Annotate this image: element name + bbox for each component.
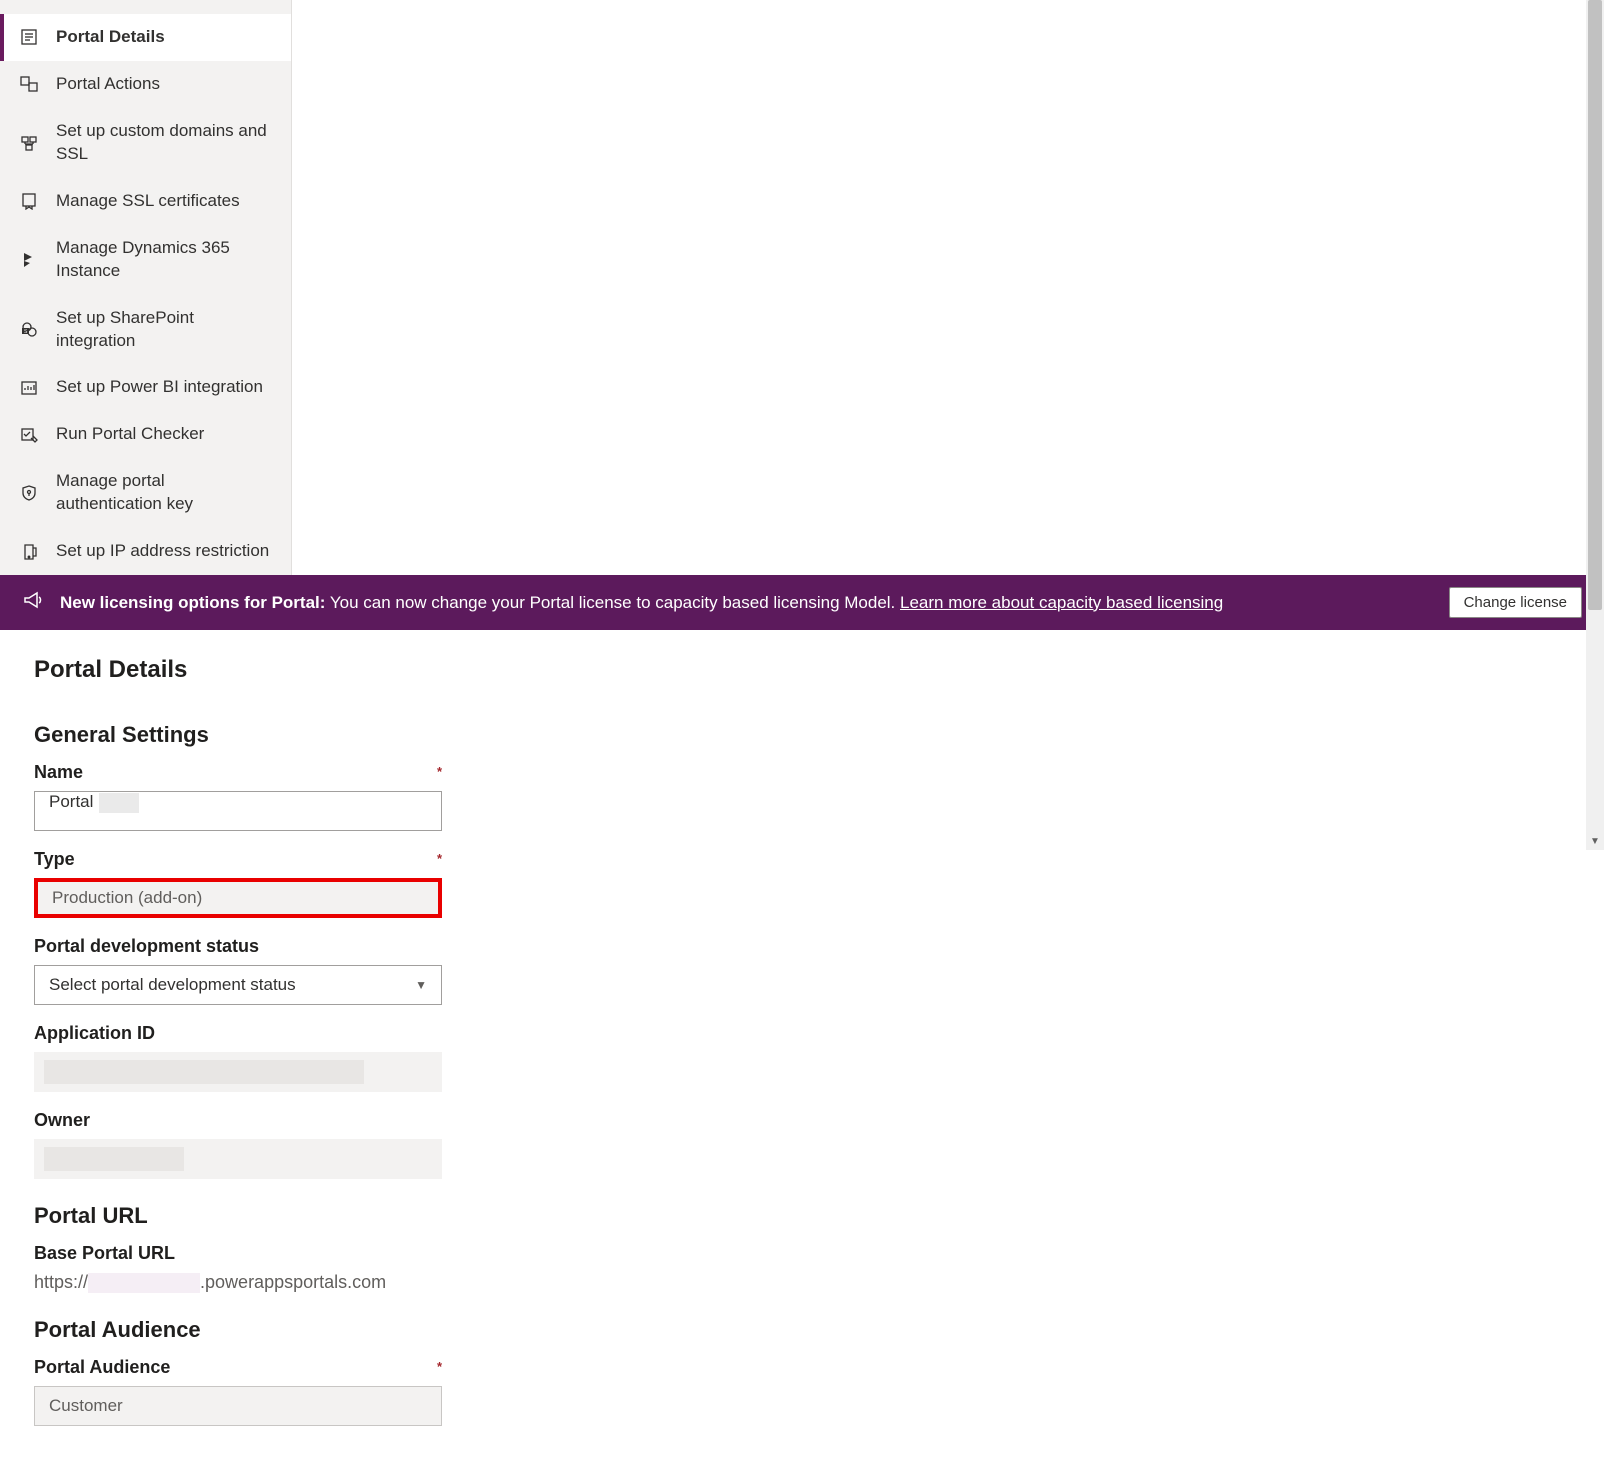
general-settings-title: General Settings [34, 722, 1570, 748]
domains-icon [20, 134, 48, 152]
details-icon [20, 28, 48, 46]
megaphone-icon [22, 589, 44, 616]
ip-restriction-icon [20, 543, 48, 561]
sidebar-item-label: Set up Power BI integration [48, 376, 271, 399]
sidebar-item-label: Portal Actions [48, 73, 271, 96]
type-input: Production (add-on) [34, 878, 442, 918]
vertical-scrollbar[interactable]: ▼ [1586, 0, 1604, 850]
sharepoint-icon: S [20, 321, 48, 339]
sidebar-item-label: Set up custom domains and SSL [48, 120, 271, 166]
dynamics-icon [20, 251, 48, 269]
change-license-button[interactable]: Change license [1449, 587, 1582, 618]
sidebar-item-label: Manage portal authentication key [48, 470, 271, 516]
redacted-block [99, 793, 139, 813]
scrollbar-thumb[interactable] [1588, 0, 1602, 610]
owner-value [34, 1139, 442, 1179]
sidebar-item-custom-domains[interactable]: Set up custom domains and SSL [0, 108, 291, 178]
select-placeholder: Select portal development status [49, 975, 296, 995]
type-label: Type * [34, 849, 442, 870]
actions-icon [20, 75, 48, 93]
banner-link[interactable]: Learn more about capacity based licensin… [900, 593, 1223, 612]
app-id-value [34, 1052, 442, 1092]
sidebar-item-portal-actions[interactable]: Portal Actions [0, 61, 291, 108]
powerbi-icon [20, 379, 48, 397]
dev-status-label: Portal development status [34, 936, 442, 957]
chevron-down-icon: ▼ [415, 978, 427, 992]
banner-text: New licensing options for Portal: You ca… [60, 593, 1433, 613]
redacted-block [44, 1147, 184, 1171]
dev-status-select[interactable]: Select portal development status ▼ [34, 965, 442, 1005]
certificate-icon [20, 192, 48, 210]
banner-body: You can now change your Portal license t… [325, 593, 900, 612]
portal-url-title: Portal URL [34, 1203, 1570, 1229]
content-area: Portal Details General Settings Name * P… [0, 630, 1604, 1470]
sidebar-item-label: Manage Dynamics 365 Instance [48, 237, 271, 283]
sidebar-item-label: Manage SSL certificates [48, 190, 271, 213]
required-star-icon: * [437, 764, 442, 779]
portal-audience-title: Portal Audience [34, 1317, 1570, 1343]
sidebar-item-label: Run Portal Checker [48, 423, 271, 446]
sidebar-item-powerbi[interactable]: Set up Power BI integration [0, 364, 291, 411]
sidebar-item-auth-key[interactable]: Manage portal authentication key [0, 458, 291, 528]
owner-label: Owner [34, 1110, 442, 1131]
redacted-block [44, 1060, 364, 1084]
licensing-banner: New licensing options for Portal: You ca… [0, 575, 1604, 630]
sidebar-item-ip-restriction[interactable]: Set up IP address restriction [0, 528, 291, 575]
scroll-down-arrow-icon[interactable]: ▼ [1586, 832, 1604, 850]
base-url-value: https://.powerappsportals.com [34, 1272, 1570, 1293]
required-star-icon: * [437, 851, 442, 866]
sidebar-item-portal-checker[interactable]: Run Portal Checker [0, 411, 291, 458]
sidebar-item-dynamics-instance[interactable]: Manage Dynamics 365 Instance [0, 225, 291, 295]
page-title: Portal Details [34, 656, 1570, 684]
sidebar-item-portal-details[interactable]: Portal Details [0, 14, 291, 61]
base-url-label: Base Portal URL [34, 1243, 442, 1264]
sidebar-item-label: Portal Details [48, 26, 271, 49]
audience-label: Portal Audience * [34, 1357, 442, 1378]
required-star-icon: * [437, 1359, 442, 1374]
name-label: Name * [34, 762, 442, 783]
sidebar: Portal Details Portal Actions Set up cus… [0, 0, 292, 575]
audience-input: Customer [34, 1386, 442, 1426]
sidebar-item-label: Set up IP address restriction [48, 540, 271, 563]
app-id-label: Application ID [34, 1023, 442, 1044]
sidebar-item-label: Set up SharePoint integration [48, 307, 271, 353]
sidebar-item-ssl-certificates[interactable]: Manage SSL certificates [0, 178, 291, 225]
checker-icon [20, 426, 48, 444]
banner-bold: New licensing options for Portal: [60, 593, 325, 612]
sidebar-item-sharepoint[interactable]: S Set up SharePoint integration [0, 295, 291, 365]
main-content: New licensing options for Portal: You ca… [0, 575, 1604, 1470]
redacted-block [88, 1273, 200, 1293]
shield-icon [20, 484, 48, 502]
name-input[interactable]: Portal [34, 791, 442, 831]
